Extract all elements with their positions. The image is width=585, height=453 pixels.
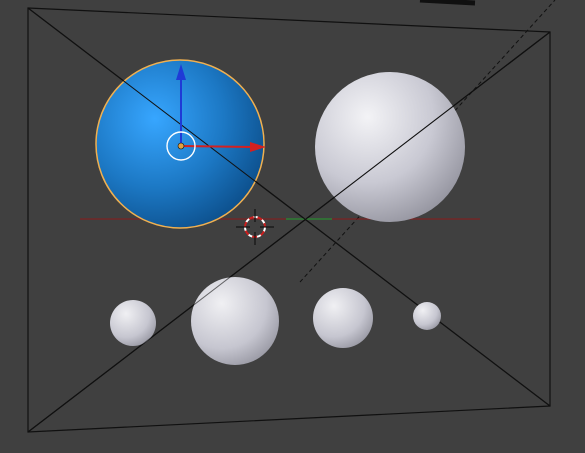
sphere-medium[interactable] bbox=[191, 277, 279, 365]
gizmo-x-axis[interactable] bbox=[180, 145, 253, 148]
sphere-large[interactable] bbox=[315, 72, 465, 222]
sphere-small-2[interactable] bbox=[313, 288, 373, 348]
camera-top-edge bbox=[419, 0, 476, 6]
3d-viewport[interactable] bbox=[0, 0, 585, 453]
viewport-background bbox=[0, 0, 585, 453]
gizmo-origin-dot[interactable] bbox=[177, 142, 185, 150]
sphere-tiny[interactable] bbox=[413, 302, 441, 330]
scene-canvas[interactable] bbox=[0, 0, 585, 453]
